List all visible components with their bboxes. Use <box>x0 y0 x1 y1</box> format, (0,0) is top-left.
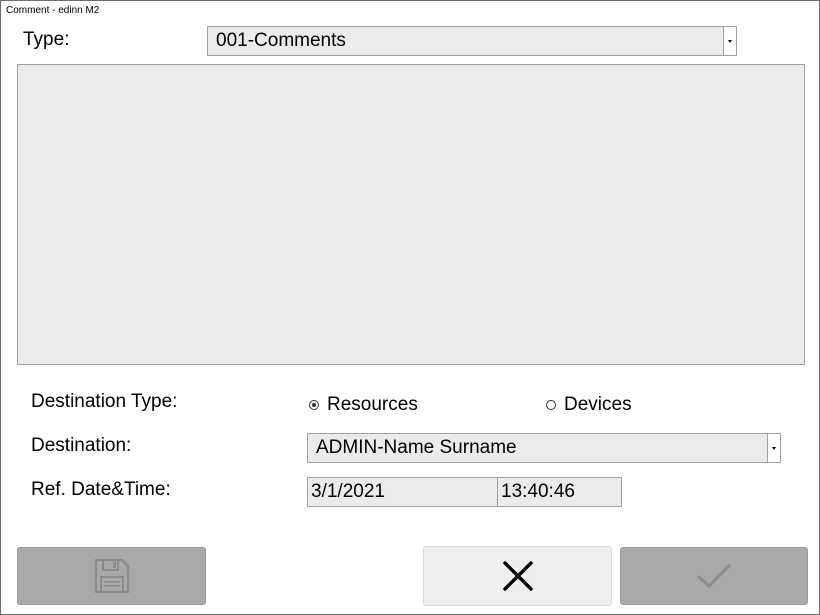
chevron-down-icon[interactable] <box>767 434 780 462</box>
close-x-icon <box>502 561 533 591</box>
comment-textarea[interactable] <box>17 64 805 365</box>
destination-dropdown-value: ADMIN-Name Surname <box>316 437 517 458</box>
type-dropdown[interactable]: 001-Comments <box>207 26 737 56</box>
window-title: Comment - edinn M2 <box>6 5 100 16</box>
radio-unselected-icon <box>546 400 556 410</box>
type-label: Type: <box>23 29 70 50</box>
date-field[interactable]: 3/1/2021 <box>307 477 498 507</box>
radio-resources-label: Resources <box>327 394 418 415</box>
floppy-disk-icon <box>94 558 129 594</box>
type-dropdown-value: 001-Comments <box>216 30 346 51</box>
ref-datetime-label: Ref. Date&Time: <box>31 479 171 500</box>
radio-devices[interactable]: Devices <box>546 394 632 416</box>
time-field[interactable]: 13:40:46 <box>497 477 622 507</box>
destination-label: Destination: <box>31 435 132 456</box>
cancel-button[interactable] <box>423 546 612 606</box>
radio-resources[interactable]: Resources <box>309 394 418 416</box>
destination-dropdown[interactable]: ADMIN-Name Surname <box>307 433 781 463</box>
chevron-down-icon[interactable] <box>723 27 736 55</box>
radio-devices-label: Devices <box>564 394 632 415</box>
destination-type-label: Destination Type: <box>31 391 178 412</box>
save-button[interactable] <box>17 547 206 605</box>
radio-selected-icon <box>309 400 319 410</box>
comment-window: Comment - edinn M2 Type: 001-Comments De… <box>0 0 820 615</box>
confirm-button[interactable] <box>620 547 808 605</box>
checkmark-icon <box>697 564 731 588</box>
